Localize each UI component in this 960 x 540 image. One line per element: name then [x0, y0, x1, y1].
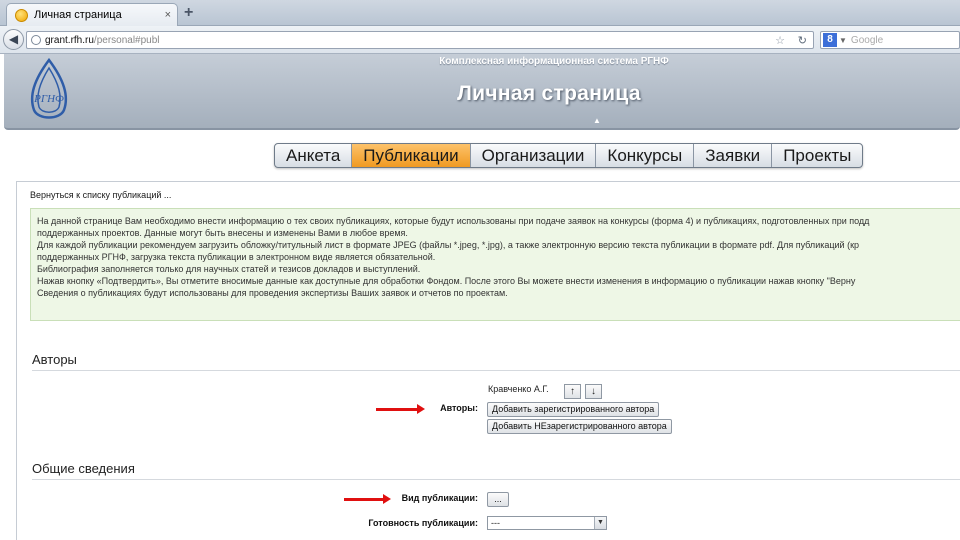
- search-input[interactable]: Google: [851, 35, 883, 46]
- browser-tab-bar: Личная страница × +: [0, 0, 960, 26]
- site-header: РГНФ Комплексная информационная система …: [4, 54, 960, 130]
- section-divider: [32, 479, 960, 480]
- globe-icon: [31, 35, 41, 45]
- pub-type-select-button[interactable]: ...: [487, 492, 509, 507]
- menu-item-projects[interactable]: Проекты: [772, 144, 862, 167]
- address-bar[interactable]: grant.rfh.ru /personal#publ ☆ ↻: [26, 31, 814, 49]
- back-to-list-link[interactable]: Вернуться к списку публикаций ...: [30, 190, 171, 200]
- section-divider: [32, 370, 960, 371]
- move-up-button[interactable]: ↑: [564, 384, 581, 399]
- readiness-value: ---: [491, 518, 500, 528]
- info-line: Библиография заполняется только для науч…: [37, 264, 421, 274]
- chevron-down-icon[interactable]: ▼: [839, 36, 847, 45]
- tab-close-icon[interactable]: ×: [165, 9, 171, 21]
- add-registered-author-button[interactable]: Добавить зарегистрированного автора: [487, 402, 660, 417]
- move-down-button[interactable]: ↓: [585, 384, 602, 399]
- back-arrow-icon[interactable]: ◀: [3, 29, 24, 50]
- browser-tab[interactable]: Личная страница ×: [6, 3, 178, 26]
- url-host: grant.rfh.ru: [45, 34, 94, 46]
- add-unregistered-author-button[interactable]: Добавить НЕзарегистрированного автора: [487, 419, 672, 434]
- info-line: Нажав кнопку «Подтвердить», Вы отметите …: [37, 276, 856, 286]
- readiness-select[interactable]: --- ▼: [487, 516, 607, 530]
- info-line: Сведения о публикациях будут использован…: [37, 288, 508, 298]
- authors-section-title: Авторы: [32, 352, 77, 367]
- bookmark-star-icon[interactable]: ☆: [775, 34, 785, 47]
- info-line: Для каждой публикации рекомендуем загруз…: [37, 240, 860, 250]
- author-name: Кравченко А.Г.: [488, 384, 549, 394]
- red-annotation-arrow: [376, 404, 425, 414]
- menu-item-applications[interactable]: Заявки: [694, 144, 773, 167]
- info-box: На данной странице Вам необходимо внести…: [30, 208, 960, 321]
- general-section-title: Общие сведения: [32, 461, 135, 476]
- search-bar[interactable]: 8 ▼ Google: [820, 31, 960, 49]
- menu-item-anketa[interactable]: Анкета: [275, 144, 353, 167]
- info-line: поддержанных проектов. Данные могут быть…: [37, 228, 408, 238]
- menu-item-publications[interactable]: Публикации: [352, 144, 471, 167]
- url-path: /personal#publ: [93, 34, 160, 46]
- main-menu: Анкета Публикации Организации Конкурсы З…: [274, 143, 864, 168]
- page-title: Личная страница: [457, 82, 641, 105]
- new-tab-button[interactable]: +: [184, 4, 193, 22]
- system-title: Комплексная информационная система РГНФ: [439, 56, 669, 67]
- search-engine-icon[interactable]: 8: [823, 33, 837, 47]
- info-line: На данной странице Вам необходимо внести…: [37, 216, 870, 226]
- tab-title: Личная страница: [34, 9, 122, 21]
- readiness-label: Готовность публикации:: [368, 518, 478, 528]
- favicon-icon: [15, 8, 28, 22]
- red-annotation-arrow: [344, 494, 391, 504]
- authors-field-label: Авторы:: [440, 403, 478, 413]
- reload-icon[interactable]: ↻: [798, 34, 807, 47]
- menu-item-organizations[interactable]: Организации: [471, 144, 597, 167]
- browser-nav-bar: ◀ grant.rfh.ru /personal#publ ☆ ↻ 8 ▼ Go…: [0, 26, 960, 54]
- collapse-arrow-icon[interactable]: ▲: [593, 116, 601, 125]
- pub-type-label: Вид публикации:: [401, 493, 478, 503]
- menu-item-contests[interactable]: Конкурсы: [596, 144, 695, 167]
- chevron-down-icon[interactable]: ▼: [594, 517, 606, 529]
- info-line: поддержанных РГНФ, загрузка текста публи…: [37, 252, 436, 262]
